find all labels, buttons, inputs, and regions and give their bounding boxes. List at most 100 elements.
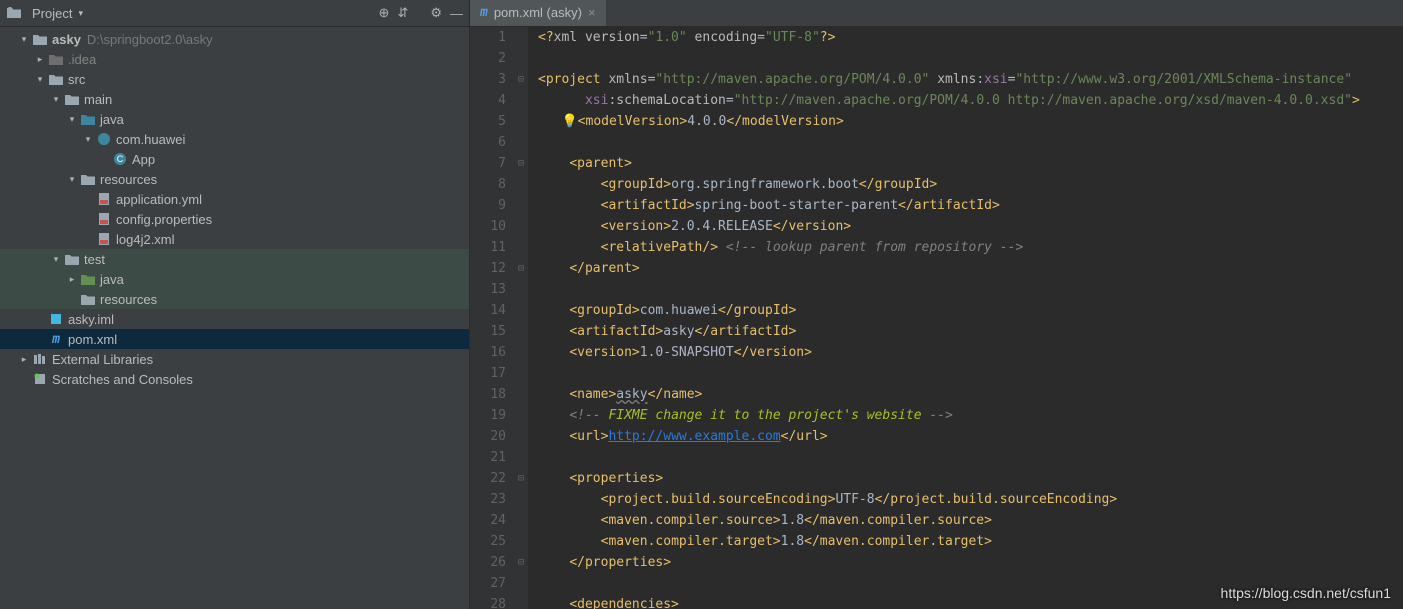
code-line[interactable]: <url>http://www.example.com</url> [538, 426, 1403, 447]
code-line[interactable]: <maven.compiler.source>1.8</maven.compil… [538, 510, 1403, 531]
fold-marker [514, 111, 528, 132]
fold-marker[interactable]: ⊟ [514, 153, 528, 174]
project-panel-title[interactable]: Project ▾ [6, 6, 379, 21]
code-line[interactable]: <parent> [538, 153, 1403, 174]
fold-marker [514, 342, 528, 363]
tree-row-src[interactable]: ▾src [0, 69, 469, 89]
project-tree[interactable]: ▾askyD:\springboot2.0\asky▸.idea▾src▾mai… [0, 27, 469, 609]
tree-row-resources[interactable]: ▸resources [0, 289, 469, 309]
tree-label: com.huawei [116, 132, 185, 147]
tree-label: asky [52, 32, 81, 47]
fold-marker [514, 174, 528, 195]
tree-label: App [132, 152, 155, 167]
tree-arrow-icon[interactable]: ▾ [82, 134, 94, 145]
tree-row-asky[interactable]: ▾askyD:\springboot2.0\asky [0, 29, 469, 49]
fold-marker [514, 216, 528, 237]
tree-row--idea[interactable]: ▸.idea [0, 49, 469, 69]
tree-row-log4j2-xml[interactable]: ▸log4j2.xml [0, 229, 469, 249]
tree-arrow-icon[interactable]: ▸ [66, 274, 78, 285]
folder-blue-icon [80, 113, 96, 125]
panel-dropdown-icon[interactable]: ▾ [78, 8, 83, 19]
fold-marker[interactable]: ⊟ [514, 468, 528, 489]
fold-marker [514, 510, 528, 531]
fold-marker [514, 573, 528, 594]
tree-row-config-properties[interactable]: ▸config.properties [0, 209, 469, 229]
code-line[interactable]: <groupId>com.huawei</groupId> [538, 300, 1403, 321]
root-icon [32, 33, 48, 45]
editor-tab-pom[interactable]: m pom.xml (asky) × [470, 0, 606, 26]
fold-marker[interactable]: ⊟ [514, 258, 528, 279]
code-line[interactable]: <artifactId>asky</artifactId> [538, 321, 1403, 342]
code-line[interactable]: <maven.compiler.target>1.8</maven.compil… [538, 531, 1403, 552]
tree-row-java[interactable]: ▾java [0, 109, 469, 129]
code-line[interactable]: <project xmlns="http://maven.apache.org/… [538, 69, 1403, 90]
code-line[interactable] [538, 279, 1403, 300]
code-line[interactable] [538, 132, 1403, 153]
tree-arrow-icon[interactable]: ▾ [50, 254, 62, 265]
fold-marker[interactable]: ⊟ [514, 69, 528, 90]
tree-row-scratches-and-consoles[interactable]: ▸Scratches and Consoles [0, 369, 469, 389]
tree-arrow-icon[interactable]: ▸ [34, 54, 46, 65]
code-line[interactable]: 💡<modelVersion>4.0.0</modelVersion> [538, 111, 1403, 132]
fold-marker [514, 279, 528, 300]
tree-row-main[interactable]: ▾ main [0, 89, 469, 109]
fold-marker[interactable]: ⊟ [514, 552, 528, 573]
code-line[interactable]: <project.build.sourceEncoding>UTF-8</pro… [538, 489, 1403, 510]
code-line[interactable]: </properties> [538, 552, 1403, 573]
tree-row-external-libraries[interactable]: ▸External Libraries [0, 349, 469, 369]
tree-row-resources[interactable]: ▾resources [0, 169, 469, 189]
editor-body[interactable]: 1234567891011121314151617181920212223242… [470, 27, 1403, 609]
settings-icon[interactable]: ⚙ [430, 5, 442, 21]
code-line[interactable]: <groupId>org.springframework.boot</group… [538, 174, 1403, 195]
tree-row-com-huawei[interactable]: ▾ com.huawei [0, 129, 469, 149]
tree-row-test[interactable]: ▾test [0, 249, 469, 269]
code-line[interactable] [538, 447, 1403, 468]
project-panel-header: Project ▾ ⊕ ⇵ ⚙ — [0, 0, 469, 27]
tree-row-app[interactable]: ▸CApp [0, 149, 469, 169]
tree-row-asky-iml[interactable]: ▸asky.iml [0, 309, 469, 329]
tree-row-application-yml[interactable]: ▸application.yml [0, 189, 469, 209]
code-line[interactable]: <artifactId>spring-boot-starter-parent</… [538, 195, 1403, 216]
code-line[interactable]: <?xml version="1.0" encoding="UTF-8"?> [538, 27, 1403, 48]
hide-icon[interactable]: — [450, 6, 463, 21]
fold-marker [514, 384, 528, 405]
code-line[interactable]: xsi:schemaLocation="http://maven.apache.… [538, 90, 1403, 111]
code-line[interactable]: <properties> [538, 468, 1403, 489]
code-line[interactable]: <relativePath/> <!-- lookup parent from … [538, 237, 1403, 258]
fold-marker [514, 27, 528, 48]
tree-arrow-icon[interactable]: ▾ [66, 174, 78, 185]
fold-column[interactable]: ⊟ ⊟ ⊟ ⊟ ⊟ [514, 27, 528, 609]
svg-text:C: C [117, 154, 124, 164]
collapse-all-icon[interactable]: ⇵ [397, 5, 408, 21]
fold-marker [514, 90, 528, 111]
tree-row-pom-xml[interactable]: ▸mpom.xml [0, 329, 469, 349]
code-line[interactable] [538, 363, 1403, 384]
editor-area: m pom.xml (asky) × 123456789101112131415… [470, 0, 1403, 609]
folder-green-icon [80, 273, 96, 285]
tree-label: asky.iml [68, 312, 114, 327]
code-line[interactable] [538, 48, 1403, 69]
code-line[interactable]: <version>2.0.4.RELEASE</version> [538, 216, 1403, 237]
code-line[interactable]: </parent> [538, 258, 1403, 279]
tree-arrow-icon[interactable]: ▾ [18, 34, 30, 45]
locate-icon[interactable]: ⊕ [379, 5, 390, 21]
tree-label: java [100, 272, 124, 287]
folder-res-icon [80, 173, 96, 185]
code-line[interactable]: <version>1.0-SNAPSHOT</version> [538, 342, 1403, 363]
intention-bulb-icon[interactable]: 💡 [561, 114, 577, 129]
code-line[interactable]: <name>asky</name> [538, 384, 1403, 405]
tree-label: main [84, 92, 112, 107]
tree-row-java[interactable]: ▸ java [0, 269, 469, 289]
fold-marker [514, 531, 528, 552]
code-area[interactable]: <?xml version="1.0" encoding="UTF-8"?> <p… [528, 27, 1403, 609]
fold-marker [514, 237, 528, 258]
panel-title-label: Project [32, 6, 72, 21]
tree-label: Scratches and Consoles [52, 372, 193, 387]
tree-arrow-icon[interactable]: ▾ [34, 74, 46, 85]
code-line[interactable]: <!-- FIXME change it to the project's we… [538, 405, 1403, 426]
tree-arrow-icon[interactable]: ▾ [50, 94, 62, 105]
fold-marker [514, 594, 528, 609]
tab-close-icon[interactable]: × [588, 5, 596, 20]
tree-arrow-icon[interactable]: ▾ [66, 114, 78, 125]
tree-arrow-icon[interactable]: ▸ [18, 354, 30, 365]
